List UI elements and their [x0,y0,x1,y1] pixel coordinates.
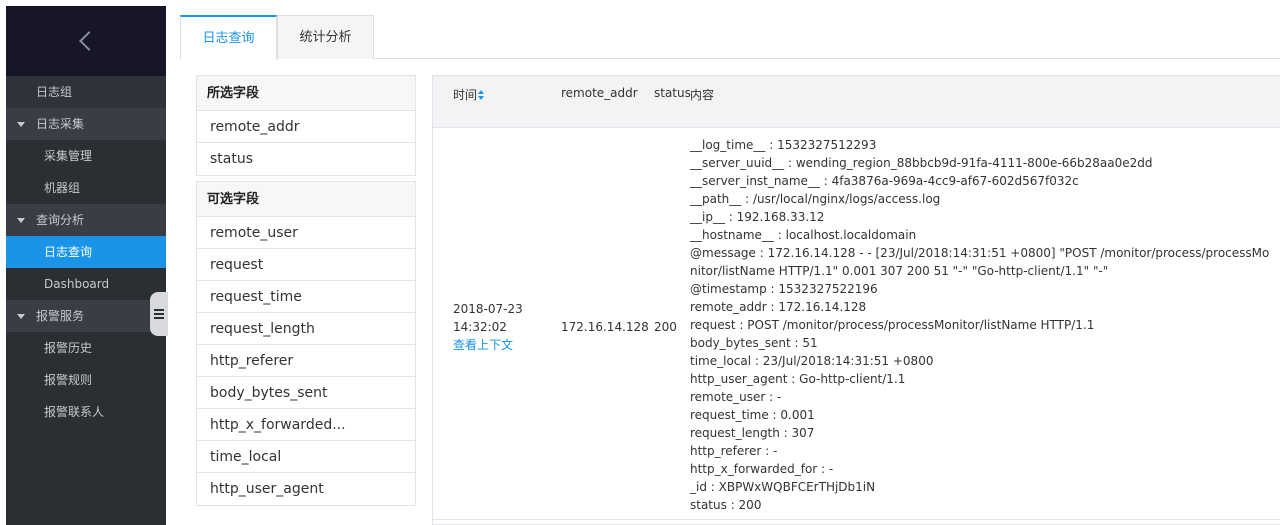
log-date: 2018-07-23 [453,302,523,316]
cell-status: 200 [654,320,677,334]
caret-down-icon [17,314,25,319]
column-header-content: 内容 [690,88,715,102]
content-field-line: request_time : 0.001 [690,408,815,422]
content-field-line: __log_time__ : 1532327512293 [690,138,877,152]
column-header-status: status [654,86,691,100]
content-field-line: @message : 172.16.14.128 - - [23/Jul/201… [690,246,1270,278]
optional-fields-panel: 可选字段 remote_user request request_time reque… [196,181,416,506]
content-field-line: remote_user : - [690,390,782,404]
content-field-line: __path__ : /usr/local/nginx/logs/access.… [690,192,941,206]
sidebar: 日志组日志采集采集管理机器组查询分析日志查询 Dashboard 报警服务报警历史报… [6,6,166,525]
field-item[interactable]: request_length [197,313,415,345]
sidebar-item-label: 查询分析 [36,213,85,227]
sidebar-item-10[interactable]: 报警联系人 [6,396,166,428]
field-item[interactable]: status [197,143,415,175]
sidebar-item-2[interactable]: 采集管理 [6,140,166,172]
row-divider [433,519,1280,520]
selected-fields-panel: 所选字段 remote_addr status [196,75,416,176]
selected-fields-title: 所选字段 [197,76,415,111]
tab-bar: 日志查询 统计分析 [180,15,1280,60]
menu-collapse-icon [154,309,164,319]
content-field-line: __server_uuid__ : wending_region_88bbcb9… [690,156,1153,170]
content-field-line: _id : XBPWxWQBFCErTHjDb1iN [690,480,876,494]
sidebar-item-label: 机器组 [44,181,81,195]
sidebar-item-8[interactable]: 报警历史 [6,332,166,364]
field-item[interactable]: time_local [197,441,415,473]
content-field-line: time_local : 23/Jul/2018:14:31:51 +0800 [690,354,934,368]
sidebar-header [6,6,166,76]
content-field-line: status : 200 [690,498,762,512]
sidebar-item-7[interactable]: 报警服务 [6,300,166,332]
sidebar-toggle-handle[interactable] [150,292,168,336]
content-field-line: __server_inst_name__ : 4fa3876a-969a-4cc… [690,174,1079,188]
sidebar-item-1[interactable]: 日志采集 [6,108,166,140]
log-table: 时间 remote_addr status 内容 2018-07-23 14:3… [432,75,1280,525]
content-field-line: request_length : 307 [690,426,815,440]
content-field-line: __hostname__ : localhost.localdomain [690,228,917,242]
content-field-line: @timestamp : 1532327522196 [690,282,878,296]
sidebar-item-0[interactable]: 日志组 [6,76,166,108]
sidebar-item-5[interactable]: 日志查询 [6,236,166,268]
field-item[interactable]: remote_addr [197,111,415,143]
content-field-line: body_bytes_sent : 51 [690,336,818,350]
optional-fields-title: 可选字段 [197,182,415,217]
field-item[interactable]: request [197,249,415,281]
content-field-line: http_referer : - [690,444,778,458]
sidebar-item-3[interactable]: 机器组 [6,172,166,204]
sidebar-nav: 日志组日志采集采集管理机器组查询分析日志查询 Dashboard 报警服务报警历史报… [6,76,166,428]
caret-down-icon [17,122,25,127]
sidebar-item-label: 报警联系人 [44,405,105,419]
field-item[interactable]: http_x_forwarded... [197,409,415,441]
cell-content: __log_time__ : 1532327512293 __server_uui… [690,136,1276,514]
tab-log-query[interactable]: 日志查询 [180,15,277,60]
sidebar-item-4[interactable]: 查询分析 [6,204,166,236]
sidebar-item-label: 报警服务 [36,309,85,323]
sidebar-item-label: 报警规则 [44,373,93,387]
content-field-line: remote_addr : 172.16.14.128 [690,300,867,314]
sidebar-item-label: 日志采集 [36,117,85,131]
content-field-line: http_user_agent : Go-http-client/1.1 [690,372,906,386]
sidebar-item-label: 采集管理 [44,149,93,163]
sidebar-item-label: 报警历史 [44,341,93,355]
field-item[interactable]: remote_user [197,217,415,249]
field-item[interactable]: request_time [197,281,415,313]
cell-remote-addr: 172.16.14.128 [561,320,649,334]
view-context-link[interactable]: 查看上下文 [453,336,523,354]
table-row: 2018-07-23 14:32:02 查看上下文 172.16.14.128 … [433,128,1280,524]
field-item[interactable]: http_user_agent [197,473,415,505]
sidebar-item-label: Dashboard [44,277,110,291]
table-header: 时间 remote_addr status 内容 [433,76,1280,128]
column-header-time[interactable]: 时间 [453,86,485,103]
column-header-time-label: 时间 [453,88,478,102]
field-item[interactable]: http_referer [197,345,415,377]
content-field-line: request : POST /monitor/process/processM… [690,318,1095,332]
chevron-left-icon[interactable] [79,31,99,51]
caret-down-icon [17,218,25,223]
column-header-remote-addr: remote_addr [561,86,638,100]
cell-time: 2018-07-23 14:32:02 查看上下文 [453,300,523,354]
sidebar-item-9[interactable]: 报警规则 [6,364,166,396]
sidebar-item-label: 日志查询 [44,245,93,259]
sidebar-item-label: 日志组 [36,85,73,99]
log-time: 14:32:02 [453,320,507,334]
field-item[interactable]: body_bytes_sent [197,377,415,409]
content-field-line: __ip__ : 192.168.33.12 [690,210,825,224]
sort-icon[interactable] [478,90,485,100]
sidebar-item-6[interactable]: Dashboard [6,268,166,300]
tab-statistics[interactable]: 统计分析 [277,15,374,59]
content-field-line: http_x_forwarded_for : - [690,462,834,476]
